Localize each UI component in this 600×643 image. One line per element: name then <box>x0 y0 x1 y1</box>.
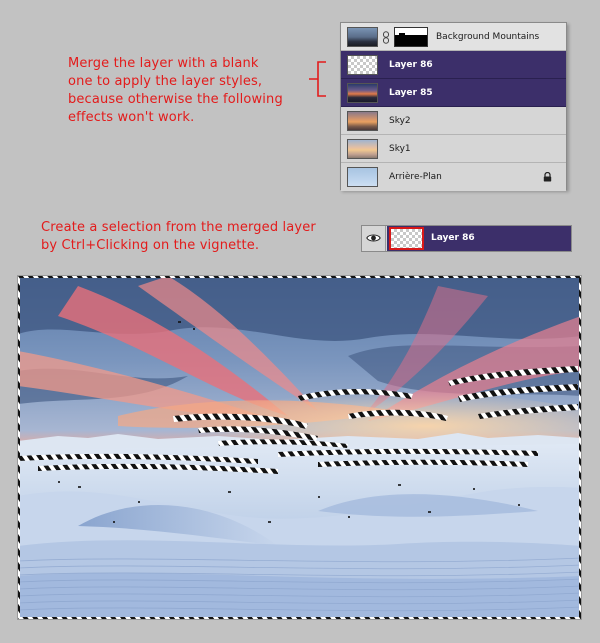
layer-row-layer-86[interactable]: Layer 86 <box>341 51 566 79</box>
layer-row-sky1[interactable]: Sky1 <box>341 135 566 163</box>
bracket-icon <box>309 61 326 97</box>
selection-note-line-2: by Ctrl+Clicking on the vignette. <box>41 238 260 253</box>
link-icon[interactable] <box>382 31 390 44</box>
layer-row-layer-85[interactable]: Layer 85 <box>341 79 566 107</box>
desert-sunset-image <box>18 276 581 619</box>
mountains-thumbnail <box>347 27 378 47</box>
merge-note-line-4: effects won't work. <box>68 110 195 125</box>
visibility-toggle[interactable] <box>362 226 386 251</box>
light-sky-thumbnail <box>347 139 378 159</box>
document-canvas[interactable] <box>18 276 581 619</box>
layer-name: Layer 86 <box>389 60 433 70</box>
layer-row-arriere-plan[interactable]: Arrière-Plan <box>341 163 566 191</box>
layer-name: Sky2 <box>389 116 411 126</box>
layer-name: Arrière-Plan <box>389 172 442 182</box>
layer-86-body[interactable]: Layer 86 <box>387 226 571 251</box>
transparent-thumbnail <box>347 55 378 75</box>
orange-sky-thumbnail <box>347 111 378 131</box>
layer-thumbnail-vignette[interactable] <box>389 227 424 250</box>
layer-mask-thumbnail[interactable] <box>394 27 428 47</box>
merge-note-line-2: one to apply the layer styles, <box>68 74 263 89</box>
layer-name: Sky1 <box>389 144 411 154</box>
layer-row-sky2[interactable]: Sky2 <box>341 107 566 135</box>
merge-note-line-1: Merge the layer with a blank <box>68 56 259 71</box>
layer-name: Background Mountains <box>436 32 540 42</box>
merge-instruction-note: Merge the layer with a blank one to appl… <box>68 55 283 127</box>
selection-note-line-1: Create a selection from the merged layer <box>41 220 316 235</box>
merge-note-line-3: because otherwise the following <box>68 92 283 107</box>
layer-name: Layer 85 <box>389 88 433 98</box>
layer-row-layer-86-closeup[interactable]: Layer 86 <box>361 225 572 252</box>
eye-icon[interactable] <box>366 233 381 243</box>
lock-icon <box>543 172 552 182</box>
layer-name: Layer 86 <box>431 233 475 243</box>
blue-thumbnail <box>347 167 378 187</box>
selection-instruction-note: Create a selection from the merged layer… <box>41 219 316 255</box>
layers-panel: Background Mountains Layer 86 Layer 85 S… <box>340 22 567 191</box>
layer-row-background-mountains[interactable]: Background Mountains <box>341 23 566 51</box>
sunset-thumbnail <box>347 83 378 103</box>
